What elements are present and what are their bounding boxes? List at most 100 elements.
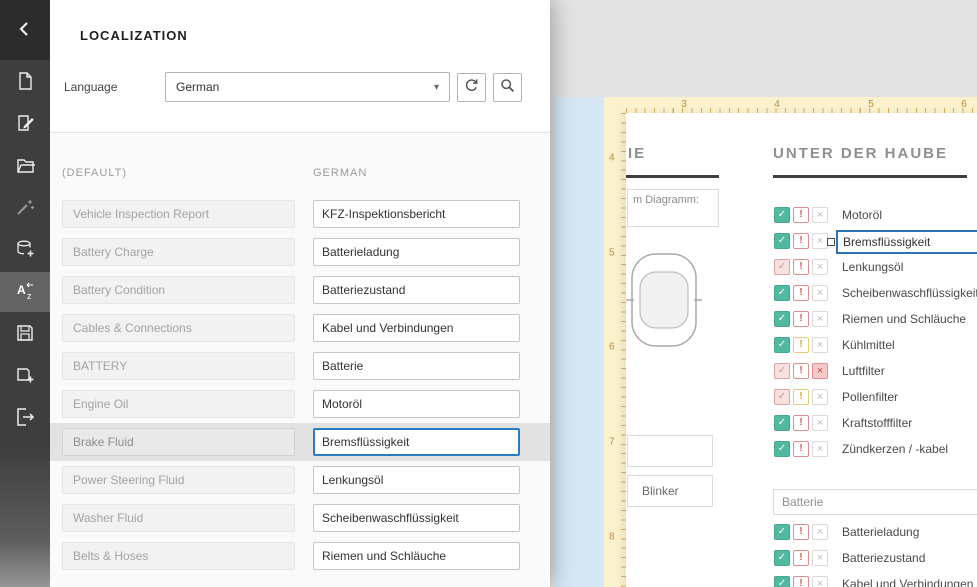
translation-input[interactable] (313, 466, 520, 494)
translation-input[interactable] (313, 504, 520, 532)
report-label[interactable]: Riemen und Schläuche (842, 312, 966, 326)
save-as-button[interactable] (0, 356, 50, 396)
localization-row[interactable]: Engine Oil (50, 385, 550, 423)
add-datasource-button[interactable] (0, 230, 50, 270)
check-fail-icon[interactable] (812, 576, 828, 587)
localization-row[interactable]: Battery Condition (50, 271, 550, 309)
blinker-label[interactable]: Blinker (627, 475, 713, 507)
default-string-label: Battery Condition (62, 276, 295, 304)
car-diagram[interactable] (626, 248, 702, 358)
localization-row[interactable]: BATTERY (50, 347, 550, 385)
svg-text:z: z (27, 291, 32, 301)
check-fail-icon[interactable] (812, 207, 828, 223)
report-label[interactable]: Kühlmittel (842, 338, 895, 352)
localization-row[interactable]: Washer Fluid (50, 499, 550, 537)
check-warn-icon[interactable] (793, 311, 809, 327)
new-document-button[interactable] (0, 62, 50, 102)
default-string-label: Cables & Connections (62, 314, 295, 342)
check-warn-icon[interactable] (793, 441, 809, 457)
check-fail-icon[interactable] (812, 311, 828, 327)
check-ok-icon[interactable] (774, 524, 790, 540)
section-heading-right[interactable]: UNTER DER HAUBE (773, 145, 948, 162)
report-wizard-button[interactable] (0, 188, 50, 228)
translation-input[interactable] (313, 352, 520, 380)
check-fail-icon[interactable] (812, 259, 828, 275)
search-button[interactable] (493, 72, 522, 102)
check-warn-icon[interactable] (793, 550, 809, 566)
check-fail-icon[interactable] (812, 550, 828, 566)
battery-section-header[interactable]: Batterie (773, 489, 977, 515)
save-button[interactable] (0, 314, 50, 354)
heading-underline (626, 175, 719, 178)
check-ok-icon[interactable] (774, 389, 790, 405)
localization-row[interactable]: Power Steering Fluid (50, 461, 550, 499)
report-label[interactable]: Lenkungsöl (842, 260, 903, 274)
check-warn-icon[interactable] (793, 207, 809, 223)
translation-input[interactable] (313, 276, 520, 304)
localization-row[interactable]: Battery Charge (50, 233, 550, 271)
check-ok-icon[interactable] (774, 576, 790, 587)
report-field-box[interactable] (627, 435, 713, 467)
check-warn-icon[interactable] (793, 363, 809, 379)
localization-row[interactable]: Belts & Hoses (50, 537, 550, 575)
check-fail-icon[interactable] (812, 337, 828, 353)
localization-row[interactable]: Vehicle Inspection Report (50, 195, 550, 233)
report-label[interactable]: Batterieladung (842, 525, 919, 539)
check-ok-icon[interactable] (774, 259, 790, 275)
report-label[interactable]: Luftfilter (842, 364, 885, 378)
check-warn-icon[interactable] (793, 524, 809, 540)
check-warn-icon[interactable] (793, 415, 809, 431)
check-ok-icon[interactable] (774, 207, 790, 223)
check-fail-icon[interactable] (812, 441, 828, 457)
report-label[interactable]: Batteriezustand (842, 551, 925, 565)
translation-input-focused[interactable] (313, 428, 520, 456)
magic-wand-icon (15, 197, 35, 220)
exit-button[interactable] (0, 398, 50, 438)
refresh-button[interactable] (457, 72, 486, 102)
list-headers: (DEFAULT) GERMAN (50, 167, 550, 179)
check-warn-icon[interactable] (793, 389, 809, 405)
check-fail-icon[interactable] (812, 389, 828, 405)
translation-input[interactable] (313, 390, 520, 418)
check-warn-icon[interactable] (793, 337, 809, 353)
check-ok-icon[interactable] (774, 311, 790, 327)
check-fail-icon[interactable] (812, 415, 828, 431)
check-ok-icon[interactable] (774, 337, 790, 353)
selected-report-control[interactable]: Bremsflüssigkeit (836, 230, 977, 254)
report-label[interactable]: Pollenfilter (842, 390, 898, 404)
edit-report-button[interactable] (0, 104, 50, 144)
check-warn-icon[interactable] (793, 576, 809, 587)
check-ok-icon[interactable] (774, 415, 790, 431)
localization-row[interactable]: Cables & Connections (50, 309, 550, 347)
localization-panel: LOCALIZATION Language German ▾ (DEFAULT) (50, 0, 550, 587)
check-ok-icon[interactable] (774, 285, 790, 301)
check-warn-icon[interactable] (793, 259, 809, 275)
check-fail-icon[interactable] (812, 285, 828, 301)
translation-input[interactable] (313, 314, 520, 342)
report-label[interactable]: Zündkerzen / -kabel (842, 442, 948, 456)
back-button[interactable] (0, 0, 50, 60)
open-report-button[interactable] (0, 146, 50, 186)
report-label[interactable]: Motoröl (842, 208, 882, 222)
translation-input[interactable] (313, 238, 520, 266)
check-ok-icon[interactable] (774, 550, 790, 566)
diagram-caption[interactable]: m Diagramm: (627, 189, 719, 227)
check-ok-icon[interactable] (774, 363, 790, 379)
check-ok-icon[interactable] (774, 441, 790, 457)
resize-handle[interactable] (827, 238, 835, 246)
exit-icon (15, 407, 35, 430)
check-fail-icon[interactable] (812, 524, 828, 540)
check-warn-icon[interactable] (793, 285, 809, 301)
language-dropdown[interactable]: German ▾ (165, 72, 450, 102)
check-warn-icon[interactable] (793, 233, 809, 249)
report-label[interactable]: Kabel und Verbindungen (842, 577, 973, 587)
check-fail-icon[interactable] (812, 233, 828, 249)
translation-input[interactable] (313, 542, 520, 570)
localization-row-selected[interactable]: Brake Fluid (50, 423, 550, 461)
report-label[interactable]: Kraftstofffilter (842, 416, 912, 430)
translation-input[interactable] (313, 200, 520, 228)
check-fail-icon[interactable] (812, 363, 828, 379)
check-ok-icon[interactable] (774, 233, 790, 249)
localization-button[interactable]: Az (0, 272, 50, 312)
report-label[interactable]: Scheibenwaschflüssigkeit (842, 286, 977, 300)
